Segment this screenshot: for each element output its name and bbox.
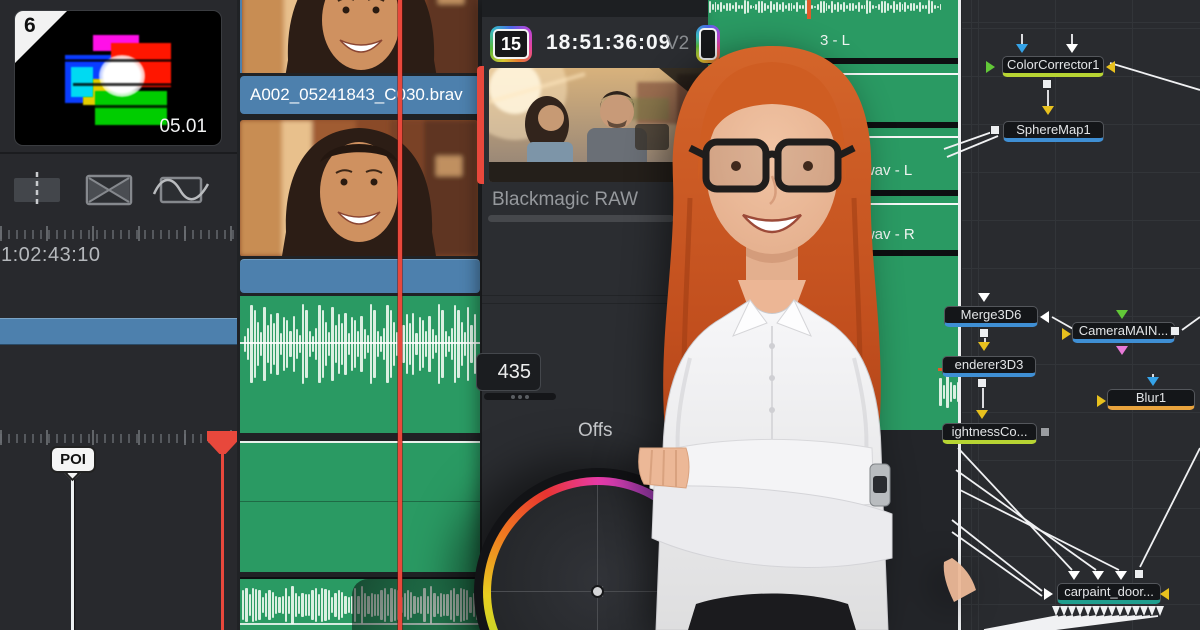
node-colorcorrector1[interactable]: ColorCorrector1: [1002, 56, 1104, 77]
node-input-port[interactable]: [1092, 571, 1104, 580]
node-input-port[interactable]: [1044, 588, 1053, 600]
viewer-top-strip: [482, 0, 708, 17]
wire-arrowhead: [1040, 311, 1049, 323]
davinci-resolve-collage: 6 05.01: [0, 0, 1200, 630]
node-input-port[interactable]: [1115, 571, 1127, 580]
node-output-port[interactable]: [1170, 326, 1180, 336]
node-input-port[interactable]: [1068, 571, 1080, 580]
node-cameramain[interactable]: CameraMAIN...: [1072, 322, 1175, 343]
node-input-port[interactable]: [1116, 310, 1128, 319]
node-input-port[interactable]: [1097, 395, 1106, 407]
node-input-port[interactable]: [1016, 44, 1028, 53]
node-input-port[interactable]: [1106, 61, 1115, 73]
value-field[interactable]: 435: [476, 353, 541, 391]
node-carpaint-door[interactable]: carpaint_door...: [1057, 583, 1161, 604]
presenter-photo: [540, 18, 1000, 630]
node-input-port[interactable]: [1160, 588, 1169, 600]
node-blur1[interactable]: Blur1: [1107, 389, 1195, 410]
node-output-port[interactable]: [1134, 569, 1144, 579]
selected-clip-edge: [477, 66, 484, 184]
node-input-port[interactable]: [1147, 377, 1159, 386]
node-input-port[interactable]: [1066, 44, 1078, 53]
value-text: 435: [498, 361, 531, 384]
node-input-port[interactable]: [1062, 328, 1071, 340]
node-input-port[interactable]: [1116, 346, 1128, 355]
clip-number: 15: [501, 34, 521, 55]
node-input-fan[interactable]: [1052, 606, 1166, 616]
node-spheremap1[interactable]: SphereMap1: [1003, 121, 1104, 142]
node-input-port[interactable]: [1042, 106, 1054, 115]
node-output-port[interactable]: [1040, 427, 1050, 437]
clip-number-badge[interactable]: 15: [490, 26, 532, 62]
node-output-port[interactable]: [1042, 79, 1052, 89]
